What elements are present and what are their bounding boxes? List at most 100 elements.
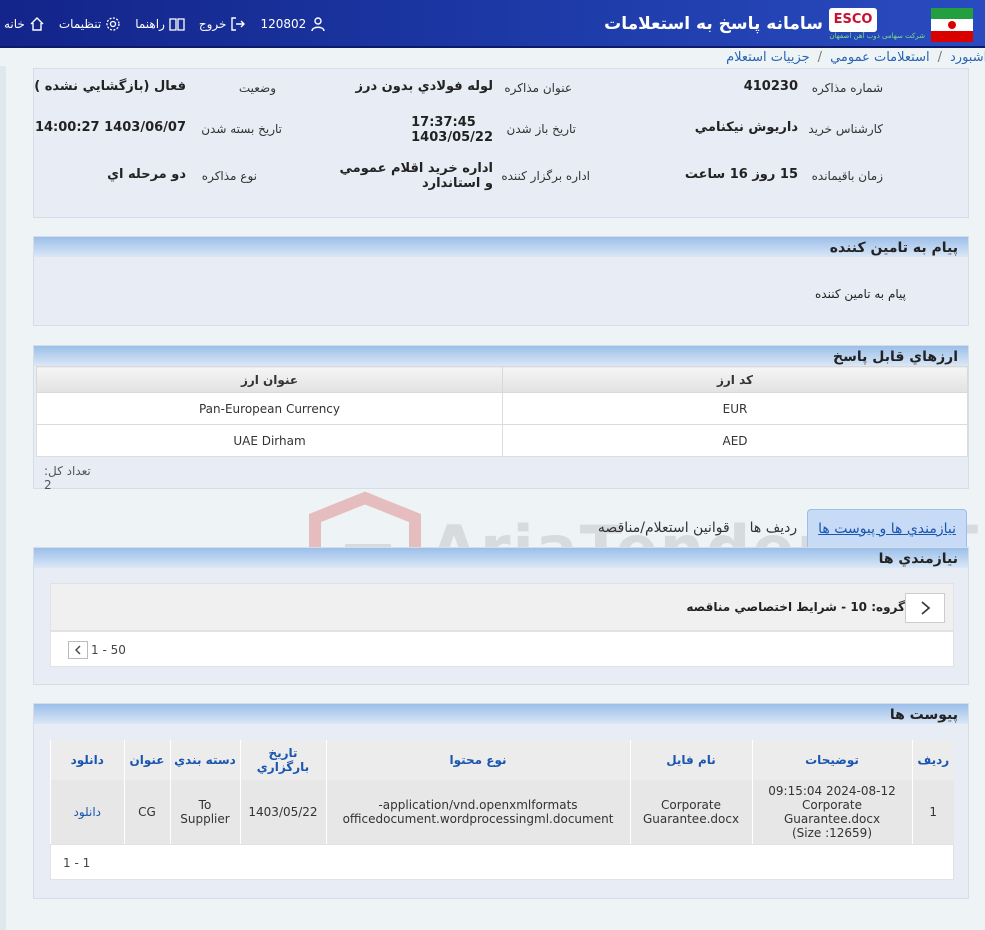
title-value: لوله فولادي بدون درز <box>355 79 493 94</box>
nav-logout[interactable]: خروج <box>199 16 247 32</box>
column-header-content-type[interactable]: نوع محتوا <box>325 740 630 780</box>
expert-value: داريوش نيکنامي <box>694 120 798 135</box>
attachments-table: رديف توضيحات نام فايل نوع محتوا تاريخ با… <box>50 740 954 844</box>
supplier-message-panel: پيام به تامين کننده پيام به تامين کننده <box>33 236 969 326</box>
nav-settings[interactable]: تنظیمات <box>59 16 121 32</box>
expert-label: کارشناس خريد <box>808 122 883 136</box>
nav-settings-label: تنظیمات <box>58 17 102 31</box>
cell-row-number: 1 <box>911 780 954 844</box>
breadcrumb-dashboard[interactable]: داشبورد <box>950 50 985 65</box>
remaining-label: زمان باقيمانده <box>811 169 883 183</box>
user-icon <box>311 17 325 32</box>
gear-icon <box>106 17 120 31</box>
breadcrumb-inquiry-details[interactable]: جزييات استعلام <box>726 50 810 65</box>
open-date-label: تاريخ باز شدن <box>506 122 576 136</box>
category-line: Supplier <box>180 812 230 826</box>
pager-range: 1 - 50 <box>91 643 126 657</box>
nav-logout-label: خروج <box>198 17 227 31</box>
cell-description: 2024-08-12 09:15:04 Corporate Guarantee.… <box>751 780 912 844</box>
organizer-line2: و استاندارد <box>421 176 493 191</box>
content-type-line: officedocument.wordprocessingml.document <box>342 812 614 826</box>
requirements-pager: 1 - 50 <box>50 631 954 667</box>
table-row[interactable]: 1 2024-08-12 09:15:04 Corporate Guarante… <box>50 780 954 844</box>
panel-title: پيام به تامين کننده <box>34 237 968 257</box>
currency-code: AED <box>502 424 968 457</box>
content-type-line: application/vnd.openxmlformats- <box>378 798 578 812</box>
user-account[interactable]: 120802 <box>260 16 326 32</box>
column-header-category[interactable]: دسته بندي <box>169 740 240 780</box>
group-label: گروه: 10 - شرايط اختصاصي مناقصه <box>686 600 905 614</box>
currency-name: UAE Dirham <box>36 424 503 457</box>
status-label: وضعيت <box>238 81 276 95</box>
category-line: To <box>198 798 212 812</box>
column-header-row[interactable]: رديف <box>911 740 954 780</box>
tab-rules[interactable]: قوانين استعلام/مناقصه <box>588 509 740 547</box>
panel-title: نيازمندي ها <box>34 548 968 568</box>
logout-icon <box>231 17 246 31</box>
inquiry-info-panel: شماره مذاکره 410230 عنوان مذاکره لوله فو… <box>33 68 969 218</box>
tab-requirements-attachments[interactable]: نيازمندي ها و پيوست ها <box>807 509 967 547</box>
requirements-panel: نيازمندي ها گروه: 10 - شرايط اختصاصي منا… <box>33 547 969 685</box>
number-label: شماره مذاکره <box>811 81 883 95</box>
open-time-value: 17:37:45 <box>411 115 476 130</box>
open-date-value: 17:37:45 1403/05/22 <box>411 115 493 145</box>
panel-title: پيوست ها <box>34 704 968 724</box>
column-header-download[interactable]: دانلود <box>50 740 124 780</box>
home-icon <box>30 17 44 31</box>
esco-logo: ESCO <box>829 8 877 32</box>
breadcrumb: داشبورد / استعلامات عمومي / جزييات استعل… <box>0 48 985 66</box>
organizer-value: اداره خريد اقلام عمومي و استاندارد <box>340 161 493 191</box>
cell-upload-date: 1403/05/22 <box>239 780 326 844</box>
column-header-description[interactable]: توضيحات <box>751 740 912 780</box>
nav-help[interactable]: راهنما <box>135 16 185 32</box>
column-header-code[interactable]: کد ارز <box>502 366 968 393</box>
top-header-bar: ESCO شرکت سهامی ذوب آهن اصفهان سامانه پا… <box>0 0 985 48</box>
column-header-file-name[interactable]: نام فايل <box>629 740 752 780</box>
type-value: دو مرحله اي <box>107 167 186 182</box>
close-date-label: تاريخ بسته شدن <box>201 122 282 136</box>
remaining-value: 15 روز 16 ساعت <box>684 167 798 182</box>
pager-range: 1 - 1 <box>63 856 91 870</box>
status-value: فعال (بازگشايي نشده ) <box>34 79 186 94</box>
close-date-value: 1403/06/07 14:00:27 <box>34 120 186 135</box>
detail-tabs: نيازمندي ها و پيوست ها رديف ها قوانين اس… <box>588 507 967 547</box>
description-line: (Size :12659) <box>791 826 873 840</box>
user-id: 120802 <box>260 17 307 31</box>
column-header-title[interactable]: عنوان <box>123 740 170 780</box>
requirement-group-row[interactable]: گروه: 10 - شرايط اختصاصي مناقصه <box>50 583 954 631</box>
number-value: 410230 <box>743 79 798 94</box>
currency-code: EUR <box>502 392 968 425</box>
chevron-left-icon <box>75 645 81 655</box>
column-header-name[interactable]: عنوان ارز <box>36 366 503 393</box>
download-link[interactable]: دانلود <box>50 780 124 844</box>
description-line: Corporate Guarantee.docx <box>783 798 881 826</box>
nav-help-label: راهنما <box>135 17 165 31</box>
tab-rows[interactable]: رديف ها <box>740 509 807 547</box>
organizer-line1: اداره خريد اقلام عمومي <box>339 161 493 176</box>
chevron-right-icon <box>921 601 931 615</box>
column-header-upload-date[interactable]: تاريخ بارگزاري <box>239 740 326 780</box>
currency-table: کد ارز عنوان ارز EUR Pan-European Curren… <box>36 366 968 457</box>
cell-title: CG <box>123 780 170 844</box>
cell-content-type: application/vnd.openxmlformats- officedo… <box>325 780 630 844</box>
table-row[interactable]: EUR Pan-European Currency <box>36 392 968 425</box>
top-nav: خانه تنظیمات راهنما خروج 120802 <box>4 16 326 32</box>
attachments-pager: 1 - 1 <box>50 844 954 880</box>
file-name-line: Corporate <box>661 798 721 812</box>
attachments-panel: پيوست ها رديف توضيحات نام فايل نوع محتوا… <box>33 703 969 899</box>
iran-flag-logo-icon <box>931 8 973 42</box>
currency-name: Pan-European Currency <box>36 392 503 425</box>
left-edge <box>0 66 6 930</box>
pager-prev-button[interactable] <box>68 641 88 659</box>
organizer-label: اداره برگزار کننده <box>501 169 590 183</box>
breadcrumb-public-inquiries[interactable]: استعلامات عمومي <box>830 50 930 65</box>
cell-file-name: Corporate Guarantee.docx <box>629 780 752 844</box>
nav-home[interactable]: خانه <box>4 16 45 32</box>
breadcrumb-separator: / <box>937 49 942 65</box>
currency-total: تعداد کل: 2 <box>44 464 91 492</box>
book-icon <box>169 18 185 31</box>
description-line: 2024-08-12 09:15:04 <box>768 784 896 798</box>
expand-group-button[interactable] <box>905 593 945 623</box>
table-row[interactable]: AED UAE Dirham <box>36 424 968 457</box>
message-text: پيام به تامين کننده <box>815 287 906 301</box>
